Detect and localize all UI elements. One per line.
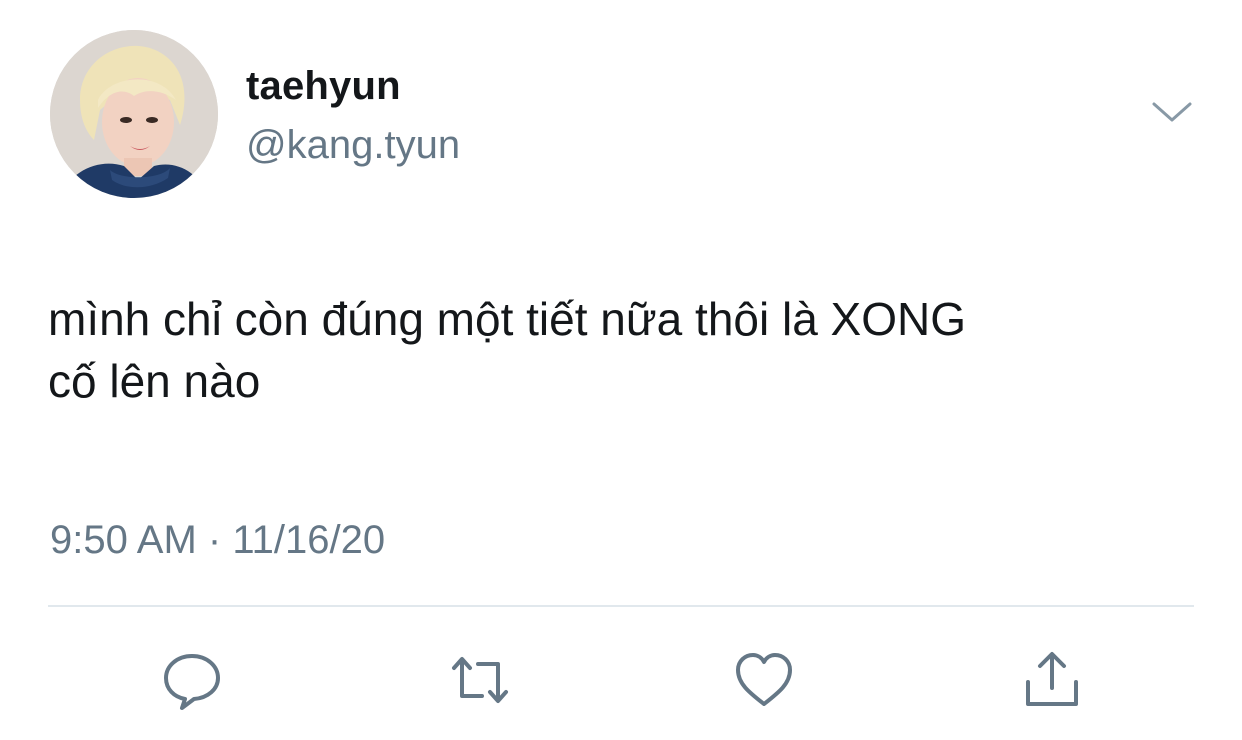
display-name[interactable]: taehyun: [246, 62, 401, 110]
reply-button[interactable]: [160, 648, 224, 712]
retweet-icon: [452, 657, 508, 703]
chevron-down-icon: [1152, 102, 1192, 122]
divider: [48, 605, 1194, 607]
tweet-menu-button[interactable]: [1150, 98, 1194, 128]
meta-separator: ·: [207, 518, 222, 562]
speech-bubble-icon: [164, 654, 220, 710]
tweet-text-line: mình chỉ còn đúng một tiết nữa thôi là X…: [48, 293, 967, 345]
heart-icon: [736, 653, 792, 706]
tweet-date: 11/16/20: [232, 518, 386, 562]
share-icon: [1026, 652, 1078, 706]
tweet-text: mình chỉ còn đúng một tiết nữa thôi là X…: [48, 288, 1218, 412]
profile-photo-icon: [50, 30, 218, 198]
user-handle[interactable]: @kang.tyun: [246, 120, 460, 170]
retweet-button[interactable]: [448, 648, 512, 712]
tweet-text-line: cố lên nào: [48, 355, 261, 407]
tweet-timestamp[interactable]: 9:50 AM · 11/16/20: [50, 514, 385, 566]
like-button[interactable]: [732, 648, 796, 712]
tweet-time: 9:50 AM: [50, 518, 197, 562]
share-button[interactable]: [1020, 648, 1084, 712]
tweet-card: taehyun @kang.tyun mình chỉ còn đúng một…: [0, 0, 1242, 740]
avatar[interactable]: [50, 30, 218, 198]
